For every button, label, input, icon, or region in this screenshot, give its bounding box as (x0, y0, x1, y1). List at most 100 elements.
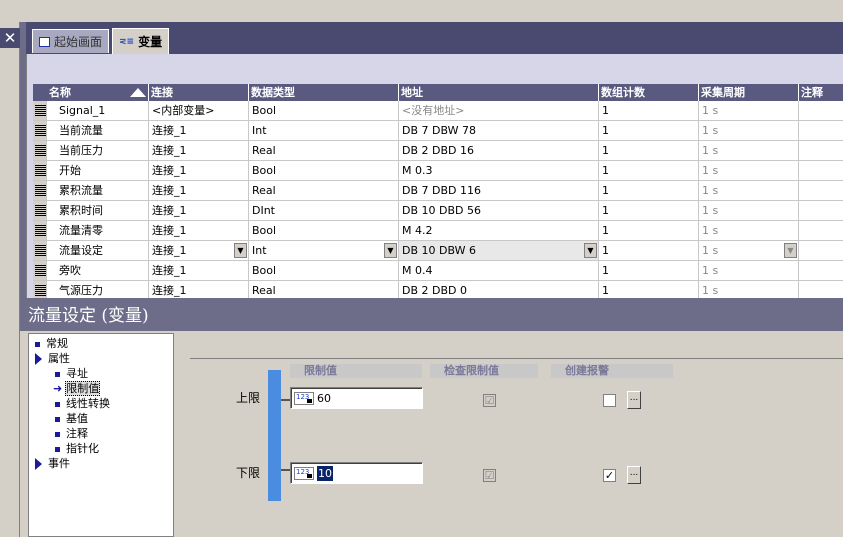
cell-acq-cycle[interactable]: 1 s (699, 121, 799, 140)
upper-alarm-checkbox[interactable] (603, 394, 616, 407)
table-row[interactable]: 流量清零 连接_1 Bool M 4.2 1 1 s (33, 221, 843, 241)
cell-address[interactable]: M 0.4 (399, 261, 599, 280)
cell-name[interactable]: 当前流量 (47, 121, 149, 140)
lower-alarm-browse-button[interactable]: ... (627, 466, 641, 484)
lower-alarm-checkbox[interactable]: ✓ (603, 469, 616, 482)
cell-array-count[interactable]: 1 (599, 241, 699, 260)
cell-array-count[interactable]: 1 (599, 221, 699, 240)
cell-acq-cycle[interactable]: 1 s (699, 261, 799, 280)
row-header[interactable] (33, 281, 47, 298)
col-connection[interactable]: 连接 (149, 84, 249, 101)
cell-comment[interactable] (799, 161, 843, 180)
cell-array-count[interactable]: 1 (599, 201, 699, 220)
nav-general[interactable]: 常规 (29, 336, 173, 351)
col-datatype[interactable]: 数据类型 (249, 84, 399, 101)
nav-linear-scaling[interactable]: 线性转换 (29, 396, 173, 411)
nav-start-value[interactable]: 基值 (29, 411, 173, 426)
row-header[interactable] (33, 141, 47, 160)
cell-datatype[interactable]: DInt (249, 201, 399, 220)
cell-array-count[interactable]: 1 (599, 161, 699, 180)
cell-name[interactable]: 流量设定 (47, 241, 149, 260)
nav-addressing[interactable]: 寻址 (29, 366, 173, 381)
table-row[interactable]: 气源压力 连接_1 Real DB 2 DBD 011 s (33, 281, 843, 298)
cell-address[interactable]: M 0.3 (399, 161, 599, 180)
cell-name[interactable]: Signal_1 (47, 101, 149, 120)
table-row[interactable]: 当前压力 连接_1 Real DB 2 DBD 16 1 1 s (33, 141, 843, 161)
close-icon[interactable]: ✕ (0, 28, 20, 48)
table-row[interactable]: 累积流量 连接_1 Real DB 7 DBD 116 1 1 s (33, 181, 843, 201)
cell-comment[interactable] (799, 221, 843, 240)
cell-array-count[interactable]: 1 (599, 261, 699, 280)
cell-acq-cycle[interactable]: 1 s (699, 141, 799, 160)
cell-address[interactable]: DB 7 DBD 116 (399, 181, 599, 200)
cell-comment[interactable] (799, 121, 843, 140)
cell-datatype[interactable]: Bool (249, 221, 399, 240)
dropdown-arrow-icon[interactable]: ▼ (584, 243, 597, 258)
cell-datatype[interactable]: Int ▼ (249, 241, 399, 260)
table-row[interactable]: Signal_1 <内部变量> Bool <没有地址> 1 1 s (33, 101, 843, 121)
cell-name[interactable]: 流量清零 (47, 221, 149, 240)
lower-limit-input[interactable]: 123 10 (290, 462, 423, 484)
cell-datatype[interactable]: Real (249, 181, 399, 200)
cell-array-count[interactable]: 1 (599, 101, 699, 120)
cell-connection[interactable]: 连接_1 ▼ (149, 241, 249, 260)
cell-name[interactable]: 开始 (47, 161, 149, 180)
cell-comment[interactable] (799, 101, 843, 120)
col-comment[interactable]: 注释 (799, 84, 843, 101)
cell-address[interactable]: DB 2 DBD 0 (399, 281, 599, 298)
cell-connection[interactable]: 连接_1 (149, 181, 249, 200)
cell-connection[interactable]: 连接_1 (149, 281, 249, 298)
row-header[interactable] (33, 121, 47, 140)
cell-address[interactable]: DB 2 DBD 16 (399, 141, 599, 160)
cell-comment[interactable] (799, 241, 843, 260)
table-row[interactable]: 当前流量 连接_1 Int DB 7 DBW 78 1 1 s (33, 121, 843, 141)
cell-name[interactable]: 累积时间 (47, 201, 149, 220)
cell-connection[interactable]: 连接_1 (149, 141, 249, 160)
constant-type-icon[interactable]: 123 (294, 392, 314, 405)
cell-address[interactable]: DB 7 DBW 78 (399, 121, 599, 140)
dropdown-arrow-icon[interactable]: ▼ (234, 243, 247, 258)
upper-limit-input[interactable]: 123 60 (290, 387, 423, 409)
col-array-count[interactable]: 数组计数 (599, 84, 699, 101)
cell-array-count[interactable]: 1 (599, 281, 699, 298)
cell-acq-cycle[interactable]: 1 s (699, 161, 799, 180)
col-name[interactable]: 名称 (47, 84, 149, 101)
cell-connection[interactable]: 连接_1 (149, 121, 249, 140)
dropdown-arrow-icon[interactable]: ▼ (384, 243, 397, 258)
cell-address[interactable]: <没有地址> (399, 101, 599, 120)
cell-comment[interactable] (799, 201, 843, 220)
cell-name[interactable]: 当前压力 (47, 141, 149, 160)
row-header[interactable] (33, 181, 47, 200)
col-address[interactable]: 地址 (399, 84, 599, 101)
cell-acq-cycle[interactable]: 1 s (699, 221, 799, 240)
cell-connection[interactable]: 连接_1 (149, 261, 249, 280)
row-header[interactable] (33, 241, 47, 260)
cell-connection[interactable]: <内部变量> (149, 101, 249, 120)
row-header[interactable] (33, 221, 47, 240)
nav-properties[interactable]: 属性 (29, 351, 173, 366)
nav-pointer[interactable]: 指针化 (29, 441, 173, 456)
upper-alarm-browse-button[interactable]: ... (627, 391, 641, 409)
cell-datatype[interactable]: Bool (249, 261, 399, 280)
cell-acq-cycle[interactable]: 1 s (699, 101, 799, 120)
cell-comment[interactable] (799, 261, 843, 280)
cell-datatype[interactable]: Int (249, 121, 399, 140)
col-acquisition-cycle[interactable]: 采集周期 (699, 84, 799, 101)
cell-datatype[interactable]: Bool (249, 101, 399, 120)
row-header[interactable] (33, 161, 47, 180)
cell-acq-cycle[interactable]: 1 s (699, 281, 799, 298)
nav-limits[interactable]: ➜ 限制值 (29, 381, 173, 396)
cell-acq-cycle[interactable]: 1 s (699, 181, 799, 200)
table-row[interactable]: 流量设定 连接_1 ▼ Int ▼ DB 10 DBW 6 ▼ 1 1 s ▼ (33, 241, 843, 261)
cell-acq-cycle[interactable]: 1 s ▼ (699, 241, 799, 260)
row-header[interactable] (33, 101, 47, 120)
cell-address[interactable]: DB 10 DBD 56 (399, 201, 599, 220)
cell-connection[interactable]: 连接_1 (149, 201, 249, 220)
cell-name[interactable]: 旁吹 (47, 261, 149, 280)
nav-comment[interactable]: 注释 (29, 426, 173, 441)
row-header[interactable] (33, 201, 47, 220)
tab-variables[interactable]: ⋜≡ 变量 (112, 28, 170, 54)
cell-acq-cycle[interactable]: 1 s (699, 201, 799, 220)
cell-name[interactable]: 累积流量 (47, 181, 149, 200)
upper-check-limit-checkbox[interactable]: ☑ (483, 394, 496, 407)
